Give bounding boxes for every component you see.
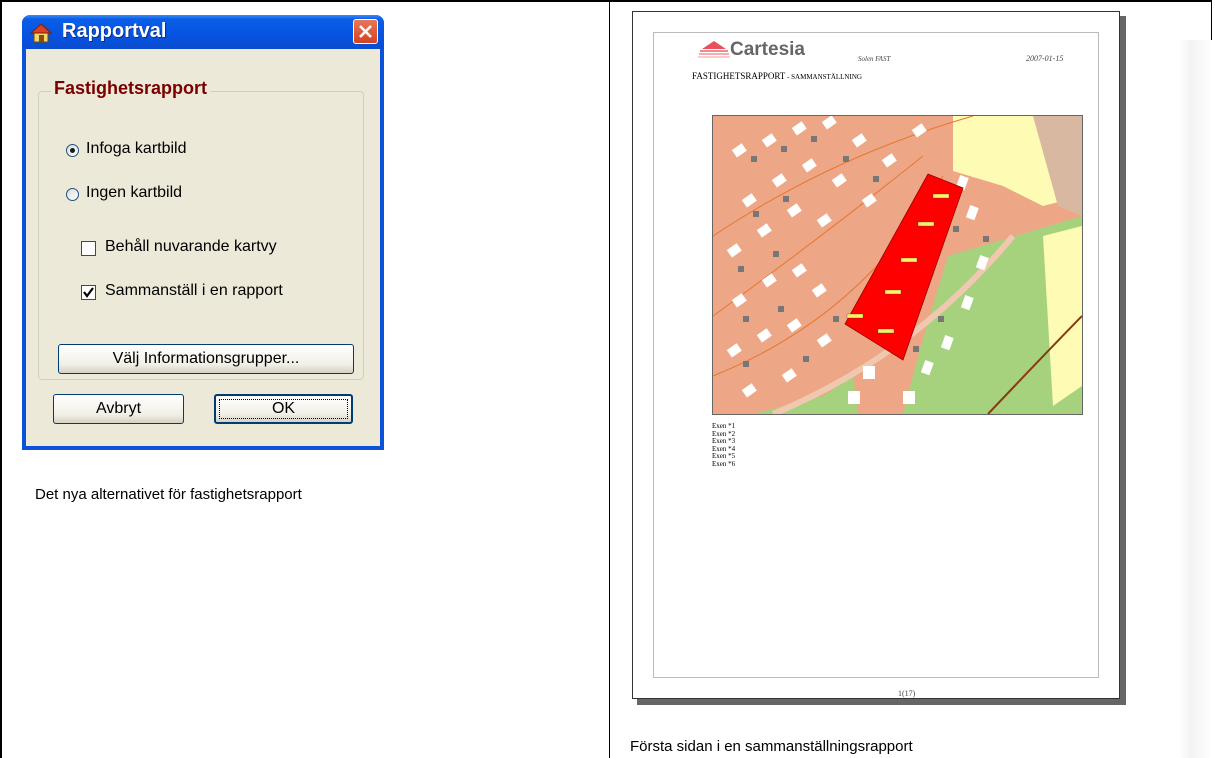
ok-button[interactable]: OK: [214, 394, 353, 424]
report-date: 2007-01-15: [1026, 54, 1064, 63]
rapportval-dialog: Rapportval Fastighetsrapport Infoga kart…: [22, 15, 384, 450]
report-item-list: Exen *1 Exen *2 Exen *3 Exen *4 Exen *5 …: [712, 422, 736, 468]
close-icon: [359, 25, 372, 38]
dialog-titlebar: Rapportval: [22, 15, 384, 49]
logo-text: Cartesia: [730, 39, 805, 60]
table-column-divider: [609, 0, 610, 758]
home-icon: [30, 23, 52, 43]
page-gutter-shade: [1178, 40, 1212, 758]
cartesia-logo: Cartesia: [698, 39, 838, 63]
radio-ingen-kartbild[interactable]: [66, 188, 79, 201]
report-map-image: [712, 115, 1083, 415]
focus-rectangle: [219, 399, 348, 419]
radio-infoga-kartbild[interactable]: [66, 144, 79, 157]
valj-informationsgrupper-label: Välj Informationsgrupper...: [112, 350, 300, 367]
cancel-button-label: Avbryt: [95, 400, 142, 417]
dialog-title: Rapportval: [62, 20, 167, 42]
checkbox-behall-kartvy-label[interactable]: Behåll nuvarande kartvy: [105, 238, 277, 256]
report-title: FASTIGHETSRAPPORT - SAMMANSTÄLLNING: [692, 71, 862, 81]
report-title-main: FASTIGHETSRAPPORT: [692, 71, 786, 81]
radio-infoga-kartbild-label[interactable]: Infoga kartbild: [86, 140, 187, 158]
report-item: Exen *6: [712, 459, 736, 468]
report-page-number: 1(17): [898, 689, 916, 698]
valj-informationsgrupper-button[interactable]: Välj Informationsgrupper...: [58, 344, 354, 374]
fastighetsrapport-group: Fastighetsrapport Infoga kartbild Ingen …: [38, 78, 364, 380]
group-label: Fastighetsrapport: [51, 78, 211, 99]
close-button[interactable]: [353, 19, 378, 44]
radio-ingen-kartbild-label[interactable]: Ingen kartbild: [86, 184, 182, 202]
caption-left: Det nya alternativet för fastighetsrappo…: [35, 486, 302, 503]
report-page: Cartesia Solen FAST 2007-01-15 FASTIGHET…: [632, 11, 1120, 699]
checkbox-sammanstall[interactable]: [81, 285, 96, 300]
checkbox-sammanstall-label[interactable]: Sammanställ i en rapport: [105, 282, 283, 300]
property-map: [713, 116, 1082, 414]
dialog-client-area: Fastighetsrapport Infoga kartbild Ingen …: [26, 49, 380, 446]
report-title-sub: - SAMMANSTÄLLNING: [785, 73, 862, 81]
checkmark-icon: [83, 287, 94, 298]
caption-right: Första sidan i en sammanställningsrappor…: [630, 738, 913, 755]
cancel-button[interactable]: Avbryt: [53, 394, 184, 424]
report-page-margin: Cartesia Solen FAST 2007-01-15 FASTIGHET…: [653, 32, 1099, 698]
checkbox-behall-kartvy[interactable]: [81, 241, 96, 256]
report-system-name: Solen FAST: [858, 55, 891, 63]
cartesia-logo-icon: [698, 41, 730, 58]
